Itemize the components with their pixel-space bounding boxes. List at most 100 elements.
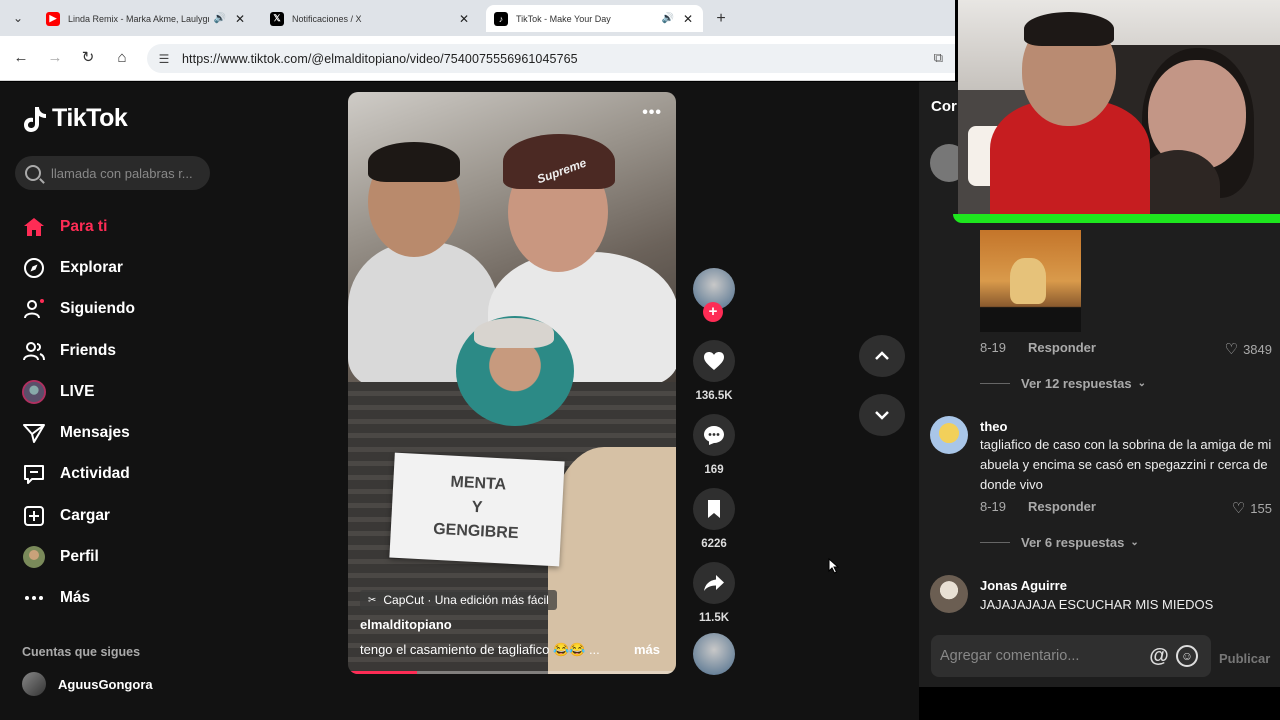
share-action: 11.5K [692,562,736,624]
comment-icon [704,425,724,445]
tiktok-logo-icon [24,106,46,132]
comment-image[interactable] [980,230,1081,332]
browser-toolbar: ← → ↻ ⌂ ☰ https://www.tiktok.com/@elmald… [0,36,955,81]
comment-text: tagliafico de caso con la sobrina de la … [980,437,1272,492]
music-disc-avatar[interactable] [693,633,735,675]
capcut-badge[interactable]: ✂ CapCut · Una edición más fácil [360,590,557,610]
next-video-button[interactable] [859,394,905,436]
tab-search-chevron-icon[interactable]: ⌄ [8,9,28,27]
divider [980,542,1010,543]
comment-date: 8-19 [980,340,1007,355]
close-tab-icon[interactable]: ✕ [457,12,471,26]
heart-icon [704,352,724,370]
sidebar-item-cargar[interactable]: Cargar [22,495,135,536]
comment-author[interactable]: theo [980,419,1007,434]
following-section-title: Cuentas que sigues [22,645,141,659]
sidebar-item-mas[interactable]: Más [22,578,135,619]
sidebar: TikTok Para ti Explorar Siguiendo [0,82,340,720]
address-bar[interactable]: ☰ https://www.tiktok.com/@elmalditopiano… [147,44,955,73]
sidebar-item-live[interactable]: LIVE [22,371,135,412]
close-tab-icon[interactable]: ✕ [681,12,695,26]
share-button[interactable] [693,562,735,604]
comment-like-count: 3849 [1243,341,1272,357]
bookmark-icon [708,500,720,518]
save-button[interactable] [693,488,735,530]
view-replies-button[interactable]: Ver 6 respuestas ⌄ [980,535,1139,550]
sidebar-item-siguiendo[interactable]: Siguiendo [22,289,135,330]
sidebar-item-perfil[interactable]: Perfil [22,536,135,577]
comment-author[interactable]: Jonas Aguirre [980,578,1067,593]
comment-button[interactable] [693,414,735,456]
profile-icon [22,545,46,569]
browser-tab-x[interactable]: 𝕏 Notificaciones / X ✕ [262,5,479,32]
sidebar-item-explorar[interactable]: Explorar [22,247,135,288]
sidebar-item-para-ti[interactable]: Para ti [22,206,135,247]
more-options-icon[interactable]: ••• [642,104,662,122]
like-action: 136.5K [692,340,736,402]
following-account[interactable]: AguusGongora [22,672,153,696]
mention-icon[interactable]: @ [1148,645,1170,667]
url-text[interactable]: https://www.tiktok.com/@elmalditopiano/v… [182,52,578,66]
share-icon [704,575,724,591]
comment-like-button[interactable]: ♡ 155 [1232,499,1272,517]
speaker-icon[interactable]: 🔊 [661,13,675,24]
home-icon[interactable]: ⌂ [112,48,132,68]
video-player[interactable]: Supreme MENTA Y GENGIBRE ••• ✂ CapCut · … [348,92,676,674]
sidebar-item-mensajes[interactable]: Mensajes [22,412,135,453]
search-input[interactable] [51,165,201,181]
tab-label: Notificaciones / X [292,13,362,24]
x-icon: 𝕏 [270,11,284,26]
publish-button[interactable]: Publicar [1219,651,1270,666]
view-replies-button[interactable]: Ver 12 respuestas ⌄ [980,376,1146,391]
browser-tab-tiktok[interactable]: ♪ TikTok - Make Your Day 🔊 ✕ [486,5,703,32]
tiktok-logo[interactable]: TikTok [22,104,128,133]
speaker-icon[interactable]: 🔊 [213,13,227,24]
capcut-label: CapCut · Una edición más fácil [383,593,549,607]
sidebar-item-label: Actividad [60,465,130,483]
more-icon [22,586,46,610]
previous-video-button[interactable] [859,335,905,377]
sidebar-item-label: Explorar [60,258,123,276]
new-tab-button[interactable]: + [710,8,732,30]
tab-label: Linda Remix - Marka Akme, Laulygra [68,13,209,24]
following-icon [22,297,46,321]
tiktok-logo-text: TikTok [52,104,128,132]
sidebar-item-actividad[interactable]: Actividad [22,454,135,495]
avatar[interactable] [930,416,968,454]
sidebar-item-label: LIVE [60,382,95,400]
sidebar-item-label: Más [60,589,91,607]
search-box[interactable] [15,156,210,190]
sidebar-item-friends[interactable]: Friends [22,330,135,371]
caption-more-link[interactable]: más [634,642,660,657]
reply-button[interactable]: Responder [1028,499,1096,514]
comment-text: JAJAJAJAJA ESCUCHAR MIS MIEDOS [980,597,1214,612]
back-arrow-icon[interactable]: ← [11,48,31,68]
emoji-icon[interactable]: ☺ [1176,645,1198,667]
close-tab-icon[interactable]: ✕ [233,12,247,26]
like-button[interactable] [693,340,735,382]
following-account-name: AguusGongora [58,676,153,692]
video-feed: Supreme MENTA Y GENGIBRE ••• ✂ CapCut · … [340,82,919,720]
reply-button[interactable]: Responder [1028,340,1096,355]
comments-title: Cor [931,98,957,115]
reload-icon[interactable]: ↻ [78,48,98,68]
comment-input[interactable] [940,648,1140,664]
follow-plus-button[interactable]: + [703,302,723,322]
forward-arrow-icon[interactable]: → [45,48,65,68]
browser-tab-youtube[interactable]: ▶ Linda Remix - Marka Akme, Laulygra 🔊 ✕ [38,5,255,32]
comment-input-box[interactable]: @ ☺ [931,635,1211,677]
messages-icon [22,421,46,445]
activity-icon [22,462,46,486]
avatar[interactable] [930,575,968,613]
heart-outline-icon: ♡ [1224,341,1239,358]
heart-outline-icon: ♡ [1231,500,1246,517]
sidebar-item-label: Siguiendo [60,300,135,318]
comment-like-button[interactable]: ♡ 3849 [1225,340,1272,358]
upload-icon [22,504,46,528]
video-overlay-face [474,318,554,348]
friends-icon [22,339,46,363]
site-info-icon[interactable]: ☰ [155,52,173,66]
video-author[interactable]: elmalditopiano [360,617,452,632]
video-progress-bar[interactable] [348,671,676,674]
install-app-icon[interactable]: ⧉ [934,50,943,66]
